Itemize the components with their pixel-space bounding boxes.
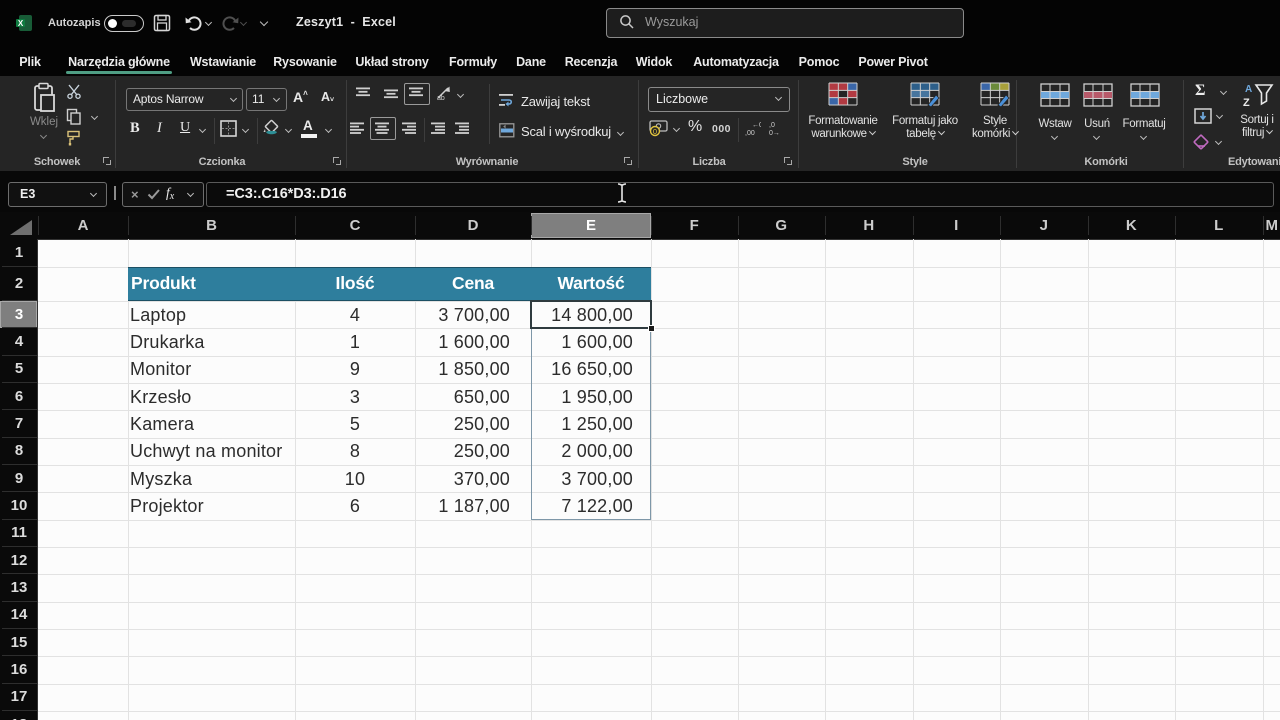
svg-text:,00: ,00 [745,130,755,136]
svg-text:A: A [1245,84,1252,95]
svg-text:0: 0 [653,127,657,136]
svg-text:←0: ←0 [752,122,761,129]
svg-text:0→: 0→ [769,130,780,136]
svg-text:ab: ab [437,95,445,101]
svg-text:Z: Z [1243,97,1250,109]
svg-text:X: X [18,19,24,28]
svg-text:,0: ,0 [769,122,775,129]
